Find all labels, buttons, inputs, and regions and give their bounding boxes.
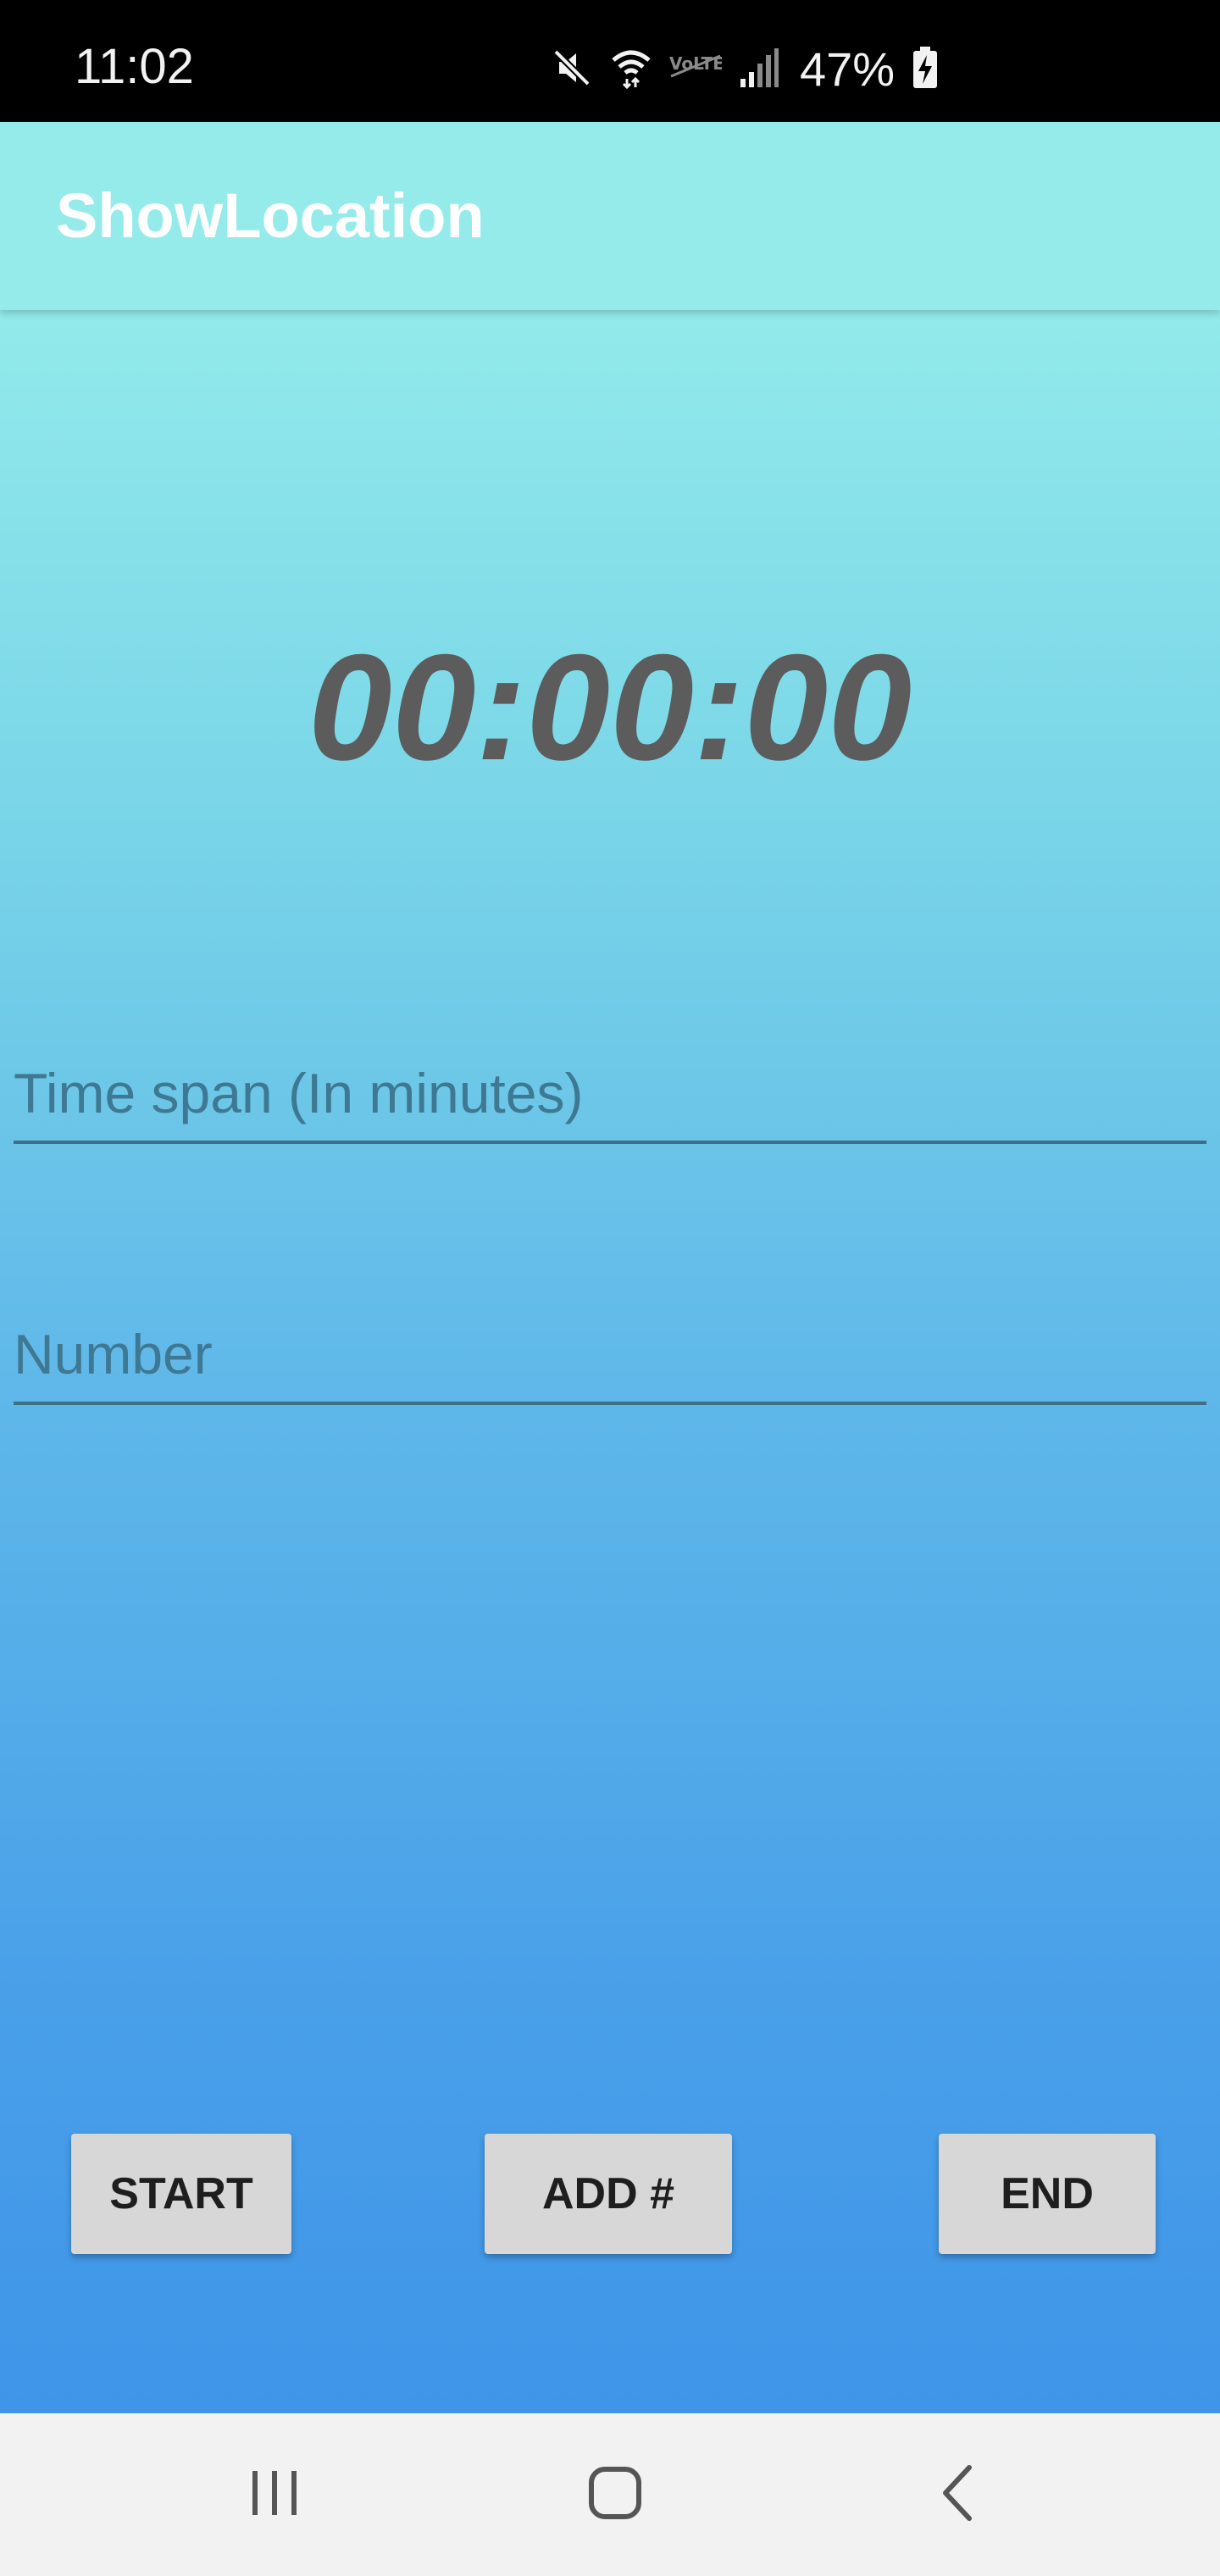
- back-icon: [932, 2462, 986, 2528]
- navigation-bar: [0, 2413, 1220, 2576]
- battery-charging-icon: [912, 46, 939, 93]
- end-button[interactable]: END: [939, 2134, 1156, 2254]
- screen: 11:02 VoLTE 47% ShowLocation 00:00:00 Ti…: [0, 0, 1220, 2576]
- time-span-input[interactable]: [14, 1059, 1200, 1127]
- start-button[interactable]: START: [71, 2134, 291, 2254]
- svg-text:VoLTE: VoLTE: [669, 53, 722, 74]
- signal-icon: [739, 47, 779, 93]
- main-content: 00:00:00 START ADD # END: [0, 310, 1220, 2413]
- timer-display: 00:00:00: [308, 623, 912, 791]
- battery-percent: 47%: [800, 42, 896, 96]
- volte-icon: VoLTE: [669, 51, 724, 89]
- home-button[interactable]: [547, 2447, 683, 2542]
- recents-button[interactable]: [207, 2447, 342, 2542]
- back-button[interactable]: [891, 2447, 1027, 2542]
- recents-icon: [247, 2466, 302, 2524]
- add-number-button[interactable]: ADD #: [485, 2134, 732, 2254]
- wifi-icon: [610, 47, 652, 93]
- status-bar: 11:02 VoLTE 47%: [0, 0, 1220, 122]
- mute-icon: [551, 47, 593, 93]
- home-icon: [585, 2462, 646, 2528]
- time-span-field[interactable]: [14, 1056, 1206, 1144]
- status-time: 11:02: [75, 39, 194, 94]
- number-field[interactable]: [14, 1317, 1206, 1405]
- app-title: ShowLocation: [56, 180, 485, 251]
- status-icons: VoLTE 47%: [551, 44, 939, 95]
- app-bar: ShowLocation: [0, 122, 1220, 310]
- number-input[interactable]: [14, 1320, 1200, 1388]
